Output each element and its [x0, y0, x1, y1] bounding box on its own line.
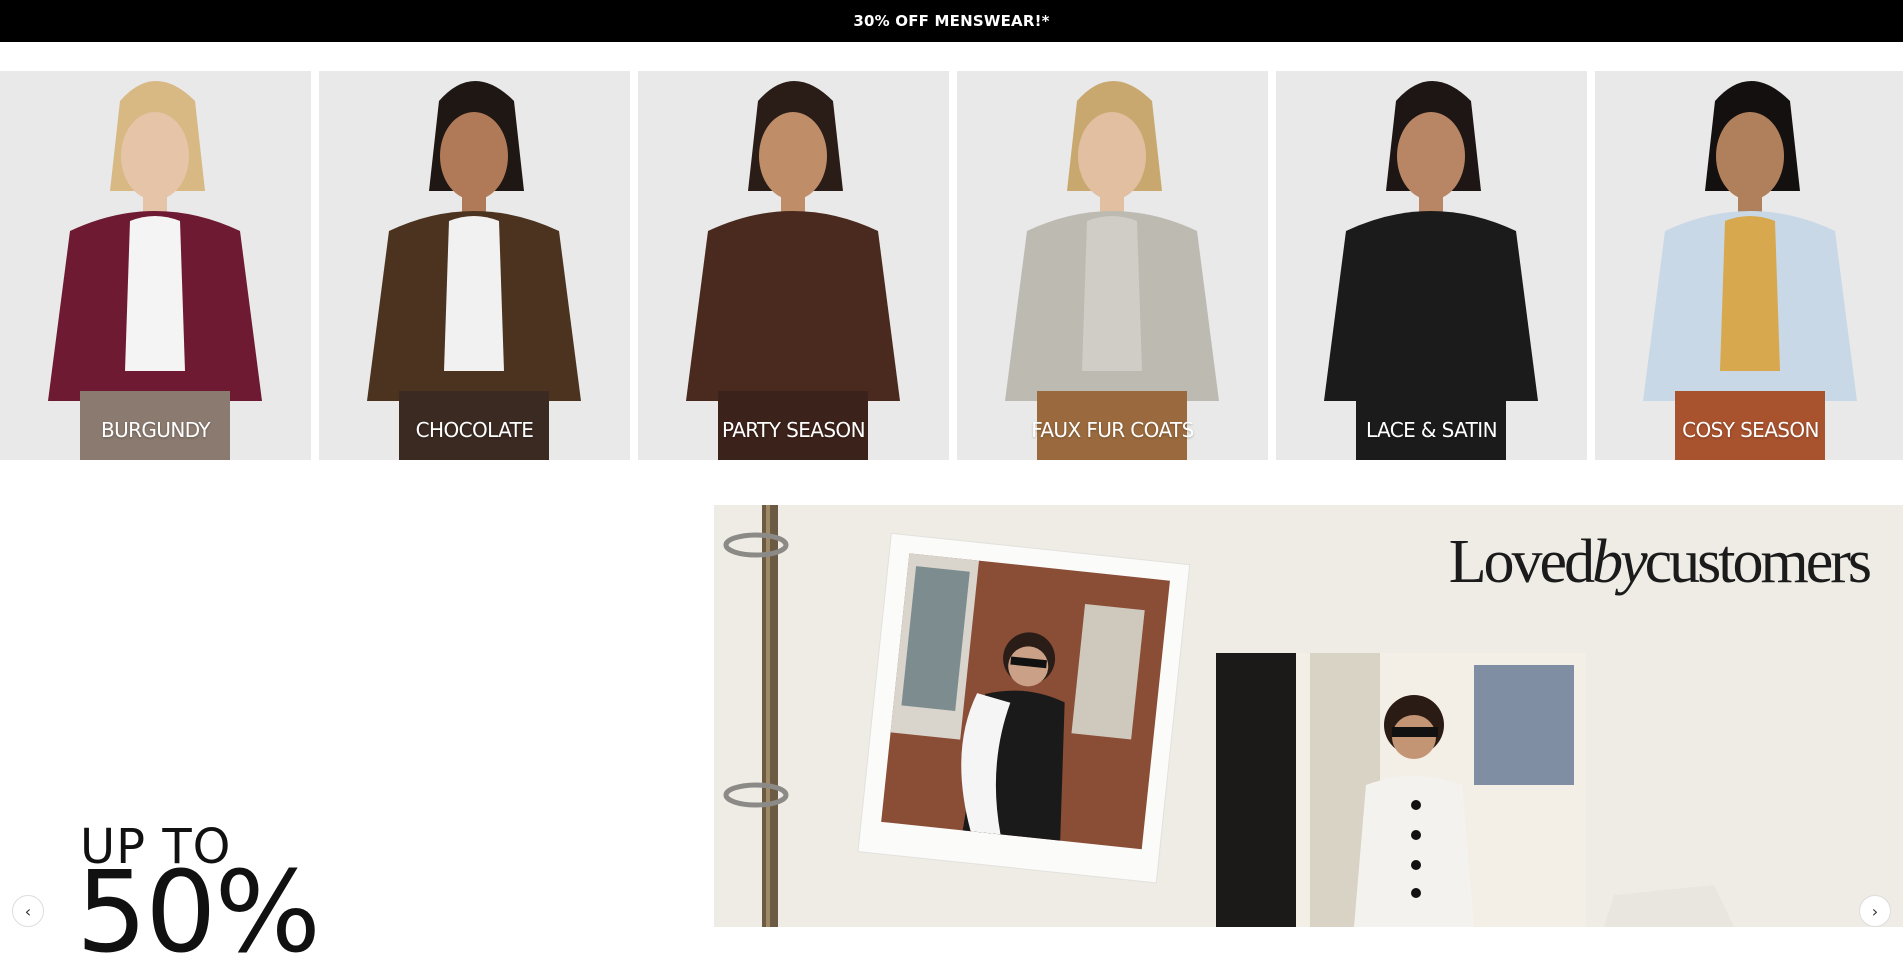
- hero-offer-panel: UP TO 50%: [0, 505, 714, 969]
- category-label: FAUX FUR COATS: [1031, 418, 1194, 442]
- category-model-image: [319, 71, 630, 460]
- promo-banner[interactable]: 30% OFF MENSWEAR!*: [0, 0, 1903, 42]
- category-model-image: [0, 71, 311, 460]
- category-tile[interactable]: CHOCOLATE: [319, 71, 630, 460]
- category-tile[interactable]: BURGUNDY: [0, 71, 311, 460]
- carousel-next-button[interactable]: ›: [1859, 895, 1891, 927]
- loved-by-customers-heading: Lovedbycustomers: [1448, 528, 1872, 596]
- category-tile[interactable]: PARTY SEASON: [638, 71, 949, 460]
- category-label: BURGUNDY: [100, 418, 211, 442]
- chevron-right-icon: ›: [1871, 901, 1879, 921]
- promo-text: 30% OFF MENSWEAR!*: [853, 12, 1050, 30]
- category-model-image: [957, 71, 1268, 460]
- category-label: LACE & SATIN: [1366, 418, 1498, 442]
- category-model-image: [1276, 71, 1587, 460]
- hero-lookbook-panel: Lovedbycustomers: [714, 505, 1903, 927]
- category-tile[interactable]: COSY SEASON: [1595, 71, 1903, 460]
- category-carousel: BURGUNDY CHOCOLATE PARTY SEASON FAUX FUR…: [0, 71, 1903, 460]
- category-tile[interactable]: LACE & SATIN: [1276, 71, 1587, 460]
- chevron-left-icon: ‹: [24, 901, 32, 921]
- category-tile[interactable]: FAUX FUR COATS: [957, 71, 1268, 460]
- category-model-image: [1595, 71, 1903, 460]
- category-model-image: [638, 71, 949, 460]
- category-label: COSY SEASON: [1682, 418, 1819, 442]
- hero-percent-text: 50%: [76, 848, 321, 978]
- category-label: CHOCOLATE: [415, 418, 534, 442]
- category-label: PARTY SEASON: [722, 418, 866, 442]
- carousel-prev-button[interactable]: ‹: [12, 895, 44, 927]
- hero-banner[interactable]: UP TO 50% Lovedbycustomers: [0, 505, 1903, 969]
